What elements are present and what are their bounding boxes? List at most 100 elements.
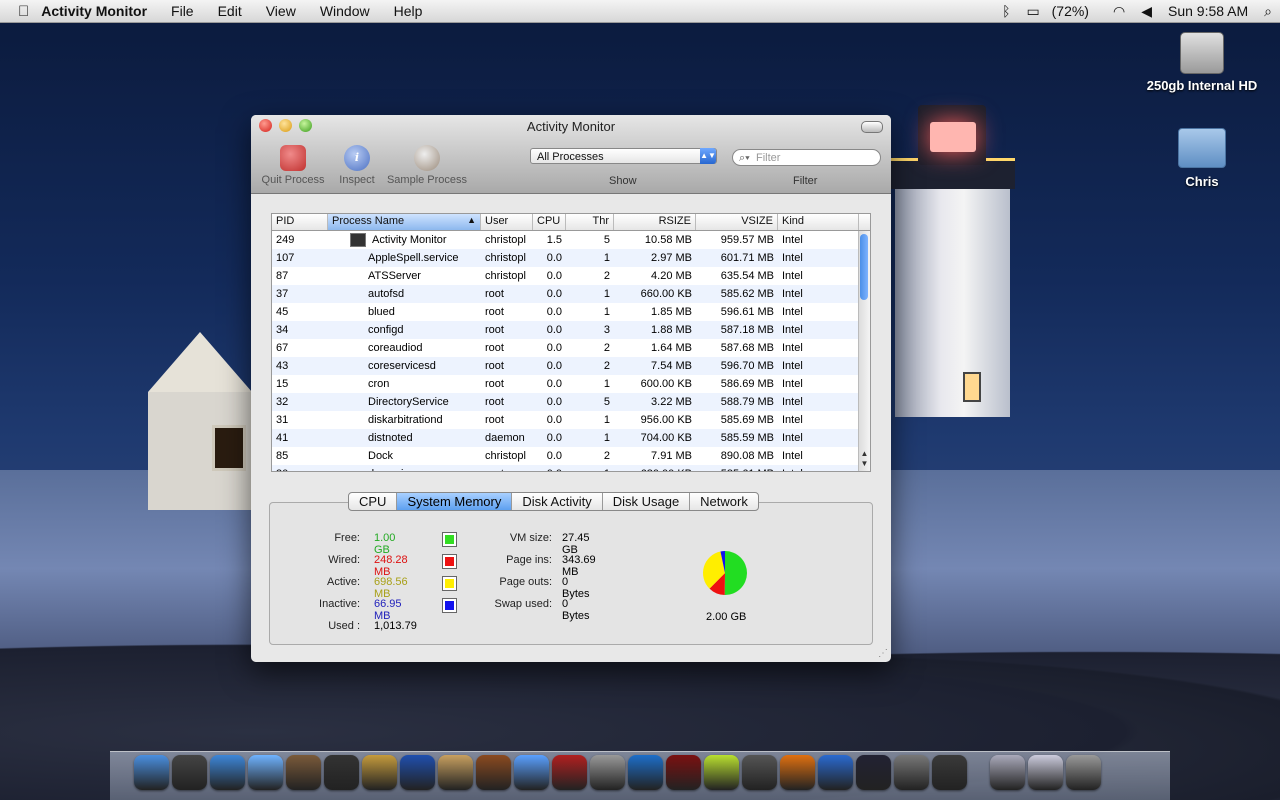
memory-free-label: Free: xyxy=(334,532,360,544)
photo-booth-icon[interactable] xyxy=(324,755,359,790)
bluetooth-icon[interactable]: ᛒ xyxy=(994,3,1018,19)
column-header-cpu[interactable]: CPU xyxy=(533,214,566,230)
menu-file[interactable]: File xyxy=(159,3,206,19)
table-row[interactable]: 43 coreservicesd root 0.0 2 7.54 MB 596.70 MB I… xyxy=(272,357,870,375)
idvd-icon[interactable] xyxy=(400,755,435,790)
cell-pid: 249 xyxy=(276,234,295,246)
column-header-vsize[interactable]: VSIZE xyxy=(696,214,778,230)
finder-icon[interactable] xyxy=(134,755,169,790)
scroll-arrows[interactable]: ▲ ▼ xyxy=(859,449,870,471)
table-row[interactable]: 31 diskarbitrationd root 0.0 1 956.00 KB 585.6… xyxy=(272,411,870,429)
limewire-icon[interactable] xyxy=(704,755,739,790)
quit-process-button[interactable]: Quit Process xyxy=(259,145,327,186)
tab-disk-activity[interactable]: Disk Activity xyxy=(512,493,603,510)
tab-disk-usage[interactable]: Disk Usage xyxy=(603,493,691,510)
filter-search-field[interactable]: ⌕▾ Filter xyxy=(732,149,881,166)
downloads-icon[interactable] xyxy=(990,755,1025,790)
ofoto-icon[interactable] xyxy=(780,755,815,790)
memory-pie-chart xyxy=(703,551,748,595)
menu-edit[interactable]: Edit xyxy=(206,3,254,19)
table-row[interactable]: 15 cron root 0.0 1 600.00 KB 586.69 MB Intel xyxy=(272,375,870,393)
column-header-user[interactable]: User xyxy=(481,214,533,230)
table-row[interactable]: 107 AppleSpell.service christopl 0.0 1 2.97 M… xyxy=(272,249,870,267)
cell-cpu: 0.0 xyxy=(546,396,562,408)
front-row-icon[interactable] xyxy=(552,755,587,790)
column-header-process-name[interactable]: Process Name ▲ xyxy=(328,214,481,230)
cell-pid: 37 xyxy=(276,288,289,300)
process-name-text: autofsd xyxy=(368,288,405,300)
column-header-rsize[interactable]: RSIZE xyxy=(614,214,696,230)
menu-help[interactable]: Help xyxy=(382,3,435,19)
cell-user: root xyxy=(485,288,504,300)
table-row[interactable]: 45 blued root 0.0 1 1.85 MB 596.61 MB Intel xyxy=(272,303,870,321)
toolbar-toggle-button[interactable] xyxy=(861,121,883,133)
system-preferences-icon[interactable] xyxy=(894,755,929,790)
tab-network[interactable]: Network xyxy=(690,493,758,510)
inspect-button[interactable]: i Inspect xyxy=(333,145,381,186)
table-row[interactable]: 67 coreaudiod root 0.0 2 1.64 MB 587.68 MB Inte… xyxy=(272,339,870,357)
table-row[interactable]: 37 autofsd root 0.0 1 660.00 KB 585.62 MB Intel xyxy=(272,285,870,303)
safari-icon[interactable] xyxy=(210,755,245,790)
cell-cpu: 0.0 xyxy=(546,306,562,318)
desktop-icon-hard-drive[interactable]: 250gb Internal HD xyxy=(1142,32,1262,93)
menu-clock[interactable]: Sun 9:58 AM xyxy=(1160,3,1256,19)
ichat-icon[interactable] xyxy=(514,755,549,790)
tab-cpu[interactable]: CPU xyxy=(349,493,398,510)
cell-rsize: 1.64 MB xyxy=(651,342,692,354)
cell-pid: 15 xyxy=(276,378,289,390)
cell-pid: 107 xyxy=(276,252,295,264)
activity-monitor-icon[interactable] xyxy=(856,755,891,790)
cell-pid: 34 xyxy=(276,324,289,336)
show-label: Show xyxy=(609,175,637,187)
menu-app-name[interactable]: Activity Monitor xyxy=(41,3,159,19)
show-select-value: All Processes xyxy=(537,151,604,163)
column-header-kind[interactable]: Kind xyxy=(778,214,859,230)
calculator-icon[interactable] xyxy=(590,755,625,790)
sample-process-button[interactable]: Sample Process xyxy=(384,145,470,186)
table-row[interactable]: 30 dynamic_pager root0.01680.00 KB585.61 M… xyxy=(272,465,870,471)
cell-threads: 5 xyxy=(603,234,610,246)
scrollbar-thumb[interactable] xyxy=(860,234,868,300)
photo-icon[interactable] xyxy=(666,755,701,790)
resize-grip-icon[interactable]: ⋰ xyxy=(878,648,888,659)
table-row[interactable]: 87 ATSServer christopl 0.0 2 4.20 MB 635.54 MB… xyxy=(272,267,870,285)
table-row[interactable]: 249 Activity Monitor christopl 1.5 5 10.58 MB… xyxy=(272,231,870,249)
cell-user: root xyxy=(485,324,504,336)
show-processes-select[interactable]: All Processes ▲▼ xyxy=(530,148,717,164)
imovie-icon[interactable] xyxy=(362,755,397,790)
iphoto-icon[interactable] xyxy=(286,755,321,790)
cell-user: root xyxy=(485,414,504,426)
page-outs-label: Page outs: xyxy=(499,576,552,588)
itunes-icon[interactable] xyxy=(248,755,283,790)
garageband-icon[interactable] xyxy=(476,755,511,790)
time-machine-icon[interactable] xyxy=(932,755,967,790)
spotlight-icon[interactable]: ⌕ xyxy=(1256,3,1280,20)
table-row[interactable]: 32 DirectoryService root 0.0 5 3.22 MB 588.79 … xyxy=(272,393,870,411)
apple-menu-icon[interactable]:  xyxy=(0,3,41,20)
menu-window[interactable]: Window xyxy=(308,3,382,19)
mail-icon[interactable] xyxy=(1028,755,1063,790)
iweb-icon[interactable] xyxy=(438,755,473,790)
window-titlebar[interactable]: Activity Monitor Quit Process i Inspect … xyxy=(251,115,891,194)
volume-icon[interactable]: ◀ xyxy=(1133,3,1160,20)
cell-user: christopl xyxy=(485,450,526,462)
column-header-threads[interactable]: Thr xyxy=(566,214,614,230)
table-scrollbar[interactable]: ▲ ▼ xyxy=(858,231,870,471)
column-header-pid[interactable]: PID xyxy=(272,214,328,230)
trash-icon[interactable] xyxy=(1066,755,1101,790)
table-row[interactable]: 41 distnoted daemon 0.0 1 704.00 KB 585.59 MB I… xyxy=(272,429,870,447)
tab-system-memory[interactable]: System Memory xyxy=(397,493,513,510)
wifi-icon[interactable]: ◠ xyxy=(1105,3,1133,20)
menu-view[interactable]: View xyxy=(254,3,308,19)
table-row[interactable]: 85 Dock christopl 0.0 2 7.91 MB 890.08 MB Intel xyxy=(272,447,870,465)
battery-status[interactable]: ▭ (72%) xyxy=(1019,3,1105,20)
table-row[interactable]: 34 configd root 0.0 3 1.88 MB 587.18 MB Intel xyxy=(272,321,870,339)
quicktime-icon[interactable] xyxy=(628,755,663,790)
memory-inactive-label: Inactive: xyxy=(319,598,360,610)
cell-threads: 1 xyxy=(603,252,610,264)
film-icon[interactable] xyxy=(742,755,777,790)
desktop-icon-chris-folder[interactable]: Chris xyxy=(1142,128,1262,189)
dashboard-icon[interactable] xyxy=(172,755,207,790)
google-earth-icon[interactable] xyxy=(818,755,853,790)
process-name-text: blued xyxy=(368,306,395,318)
